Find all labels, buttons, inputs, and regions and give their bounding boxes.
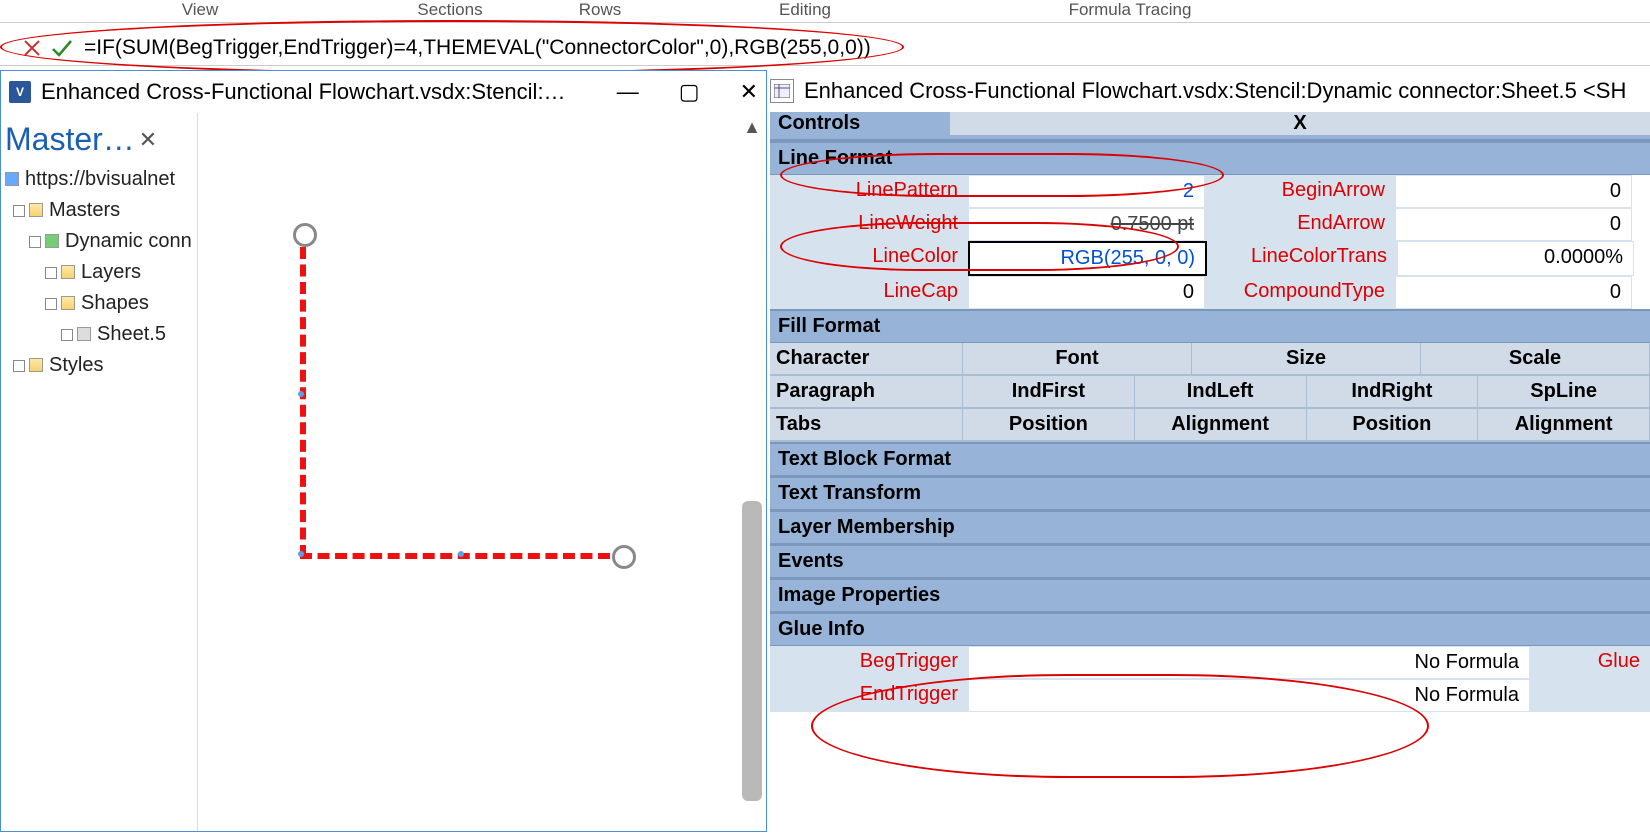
pane-title: Master… ✕ [5, 121, 193, 158]
accept-formula-icon[interactable] [50, 38, 74, 58]
shapesheet-icon [770, 79, 794, 103]
cell-row: EndTriggerNo Formula [770, 679, 1650, 712]
section-header[interactable]: Layer Membership [770, 510, 1650, 544]
section-header[interactable]: Glue Info [770, 612, 1650, 646]
section-header[interactable]: CharacterFontSizeScale [770, 343, 1650, 376]
cell-row: LineCap0CompoundType0 [770, 276, 1650, 309]
close-pane-icon[interactable]: ✕ [139, 127, 157, 153]
midpoint-handle[interactable] [298, 391, 304, 397]
formula-input[interactable] [82, 35, 1650, 61]
section-header[interactable]: Line Format [770, 141, 1650, 175]
connector-segment[interactable] [300, 553, 610, 559]
section-header[interactable]: TabsPositionAlignmentPositionAlignment [770, 409, 1650, 442]
section-header[interactable]: Text Block Format [770, 442, 1650, 476]
cell-row: LineWeight0.7500 ptEndArrow0 [770, 208, 1650, 241]
shapesheet-window: Enhanced Cross-Functional Flowchart.vsdx… [770, 70, 1650, 837]
midpoint-handle[interactable] [458, 551, 464, 557]
close-button[interactable]: ✕ [740, 79, 758, 105]
formula-bar [0, 32, 1650, 64]
cell-row: LinePattern2BeginArrow0 [770, 175, 1650, 208]
connector-begin-endpoint[interactable] [293, 223, 317, 247]
corner-handle[interactable] [298, 551, 304, 557]
shapesheet-title: Enhanced Cross-Functional Flowchart.vsdx… [804, 78, 1626, 104]
maximize-button[interactable]: ▢ [679, 79, 700, 105]
section-header[interactable]: Text Transform [770, 476, 1650, 510]
connector-end-endpoint[interactable] [612, 545, 636, 569]
window-title: Enhanced Cross-Functional Flowchart.vsdx… [41, 79, 566, 105]
cell-row: BegTriggerNo FormulaGlue [770, 646, 1650, 679]
shapesheet-grid[interactable]: ControlsX Line Format LinePattern2BeginA… [770, 112, 1650, 837]
section-header[interactable]: Image Properties [770, 578, 1650, 612]
linecolor-cell[interactable]: RGB(255, 0, 0) [968, 241, 1207, 276]
window-titlebar: V Enhanced Cross-Functional Flowchart.vs… [1, 71, 766, 113]
connector-segment[interactable] [300, 247, 306, 557]
section-header[interactable]: ParagraphIndFirstIndLeftIndRightSpLine [770, 376, 1650, 409]
drawing-canvas[interactable]: ▲ [198, 113, 766, 831]
scroll-up-arrow[interactable]: ▲ [742, 117, 762, 137]
tree-view[interactable]: https://bvisualnet Masters Dynamic conn … [5, 164, 193, 381]
visio-icon: V [9, 81, 31, 103]
cell-row: LineColorRGB(255, 0, 0)LineColorTrans0.0… [770, 241, 1650, 276]
section-header[interactable]: Events [770, 544, 1650, 578]
ribbon-group-labels: View Sections Rows Editing Formula Traci… [0, 0, 1650, 22]
minimize-button[interactable]: — [617, 79, 639, 105]
scrollbar-thumb[interactable] [742, 501, 762, 801]
stencil-window: V Enhanced Cross-Functional Flowchart.vs… [0, 70, 767, 832]
cancel-formula-icon[interactable] [22, 38, 42, 58]
master-explorer-pane: Master… ✕ https://bvisualnet Masters Dyn… [1, 113, 198, 831]
section-header[interactable]: Fill Format [770, 309, 1650, 343]
